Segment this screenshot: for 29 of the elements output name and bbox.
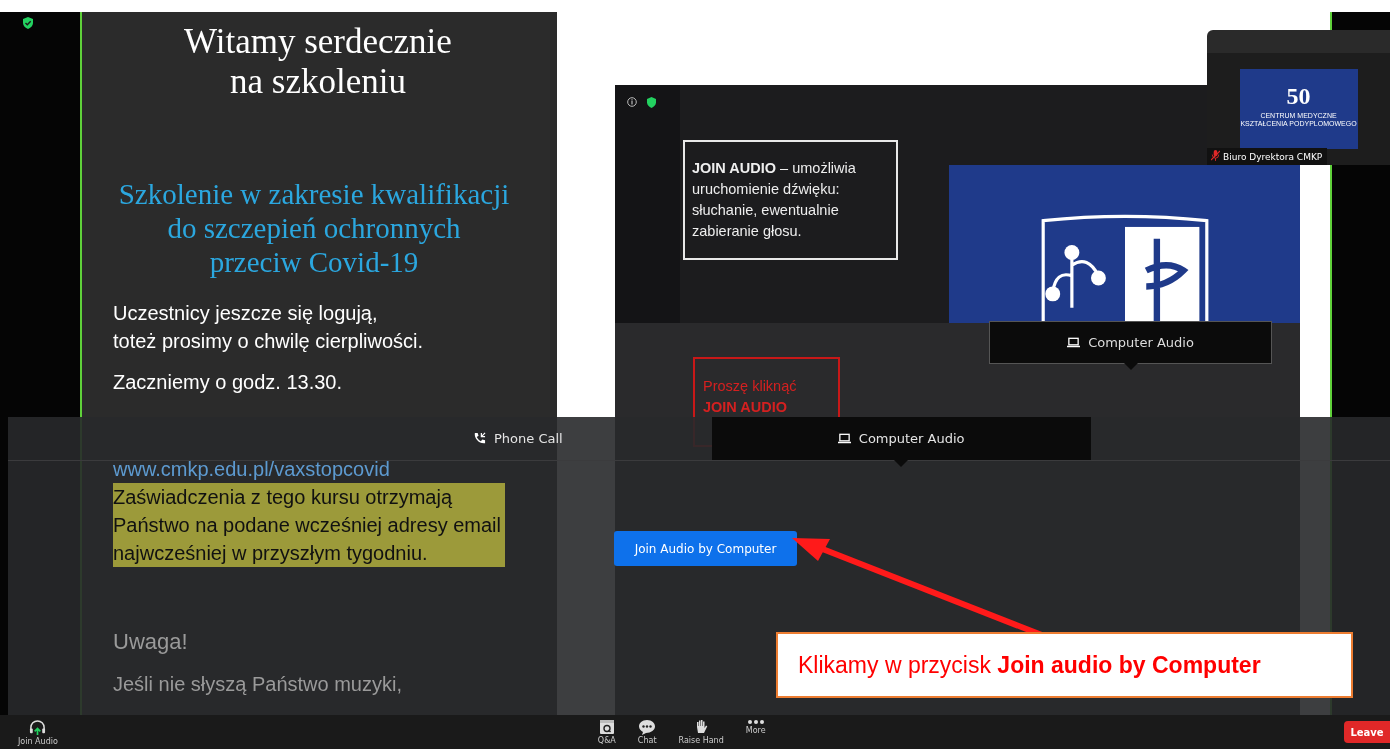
qa-button[interactable]: Q&A xyxy=(597,719,616,745)
info-icon xyxy=(627,97,637,107)
more-icon xyxy=(746,719,765,725)
shield-icon xyxy=(647,97,656,108)
qa-icon xyxy=(598,719,615,735)
info-text: Uczestnicy jeszcze się logują, toteż prosimy o chwilę cierpliwości. xyxy=(113,301,424,354)
warning-text: Jeśli nie słyszą Państwo muzyki, xyxy=(113,673,402,696)
raise-hand-button[interactable]: Raise Hand xyxy=(678,719,724,745)
phone-icon xyxy=(473,432,486,445)
leave-button[interactable]: Leave xyxy=(1344,721,1390,743)
chat-button[interactable]: Chat xyxy=(637,719,657,745)
slide-title: Witamy serdecznie na szkoleniu xyxy=(183,22,453,102)
shield-icon xyxy=(23,17,33,29)
instruction-text: Klikamy w przycisk Join audio by Computer xyxy=(798,651,1261,679)
join-audio-button[interactable]: Join Audio by Computer xyxy=(614,531,797,566)
laptop-icon xyxy=(1067,337,1081,348)
link[interactable]: www.cmkp.edu.pl/vaxstopcovid xyxy=(113,458,390,481)
participant-name-text: Biuro Dyrektora CMKP xyxy=(1223,151,1323,162)
start-time-text: Zaczniemy o godz. 13.30. xyxy=(113,371,342,394)
slide-subtitle: Szkolenie w zakresie kwalifikacji do szczepień ochronnych przeciw Covid-19 xyxy=(117,177,511,279)
laptop-icon xyxy=(837,433,851,444)
more-button[interactable]: More xyxy=(745,719,766,745)
info-box: JOIN AUDIO – umożliwia uruchomienie dźwięku: słuchanie, ewentualnie zabieranie głosu. xyxy=(683,140,898,260)
chat-bubble-icon xyxy=(638,719,657,735)
warning-heading: Uwaga! xyxy=(113,629,188,655)
headphones-icon xyxy=(29,718,47,736)
highlighted-text: Zaświadczenia z tego kursu otrzymają Państwo na podane wcześniej adresy email najwcześniej w przyszłym tygodniu. xyxy=(113,483,505,567)
audio-tab[interactable]: Phone Call xyxy=(473,417,563,460)
join-audio-button[interactable]: Join Audio xyxy=(18,718,58,746)
